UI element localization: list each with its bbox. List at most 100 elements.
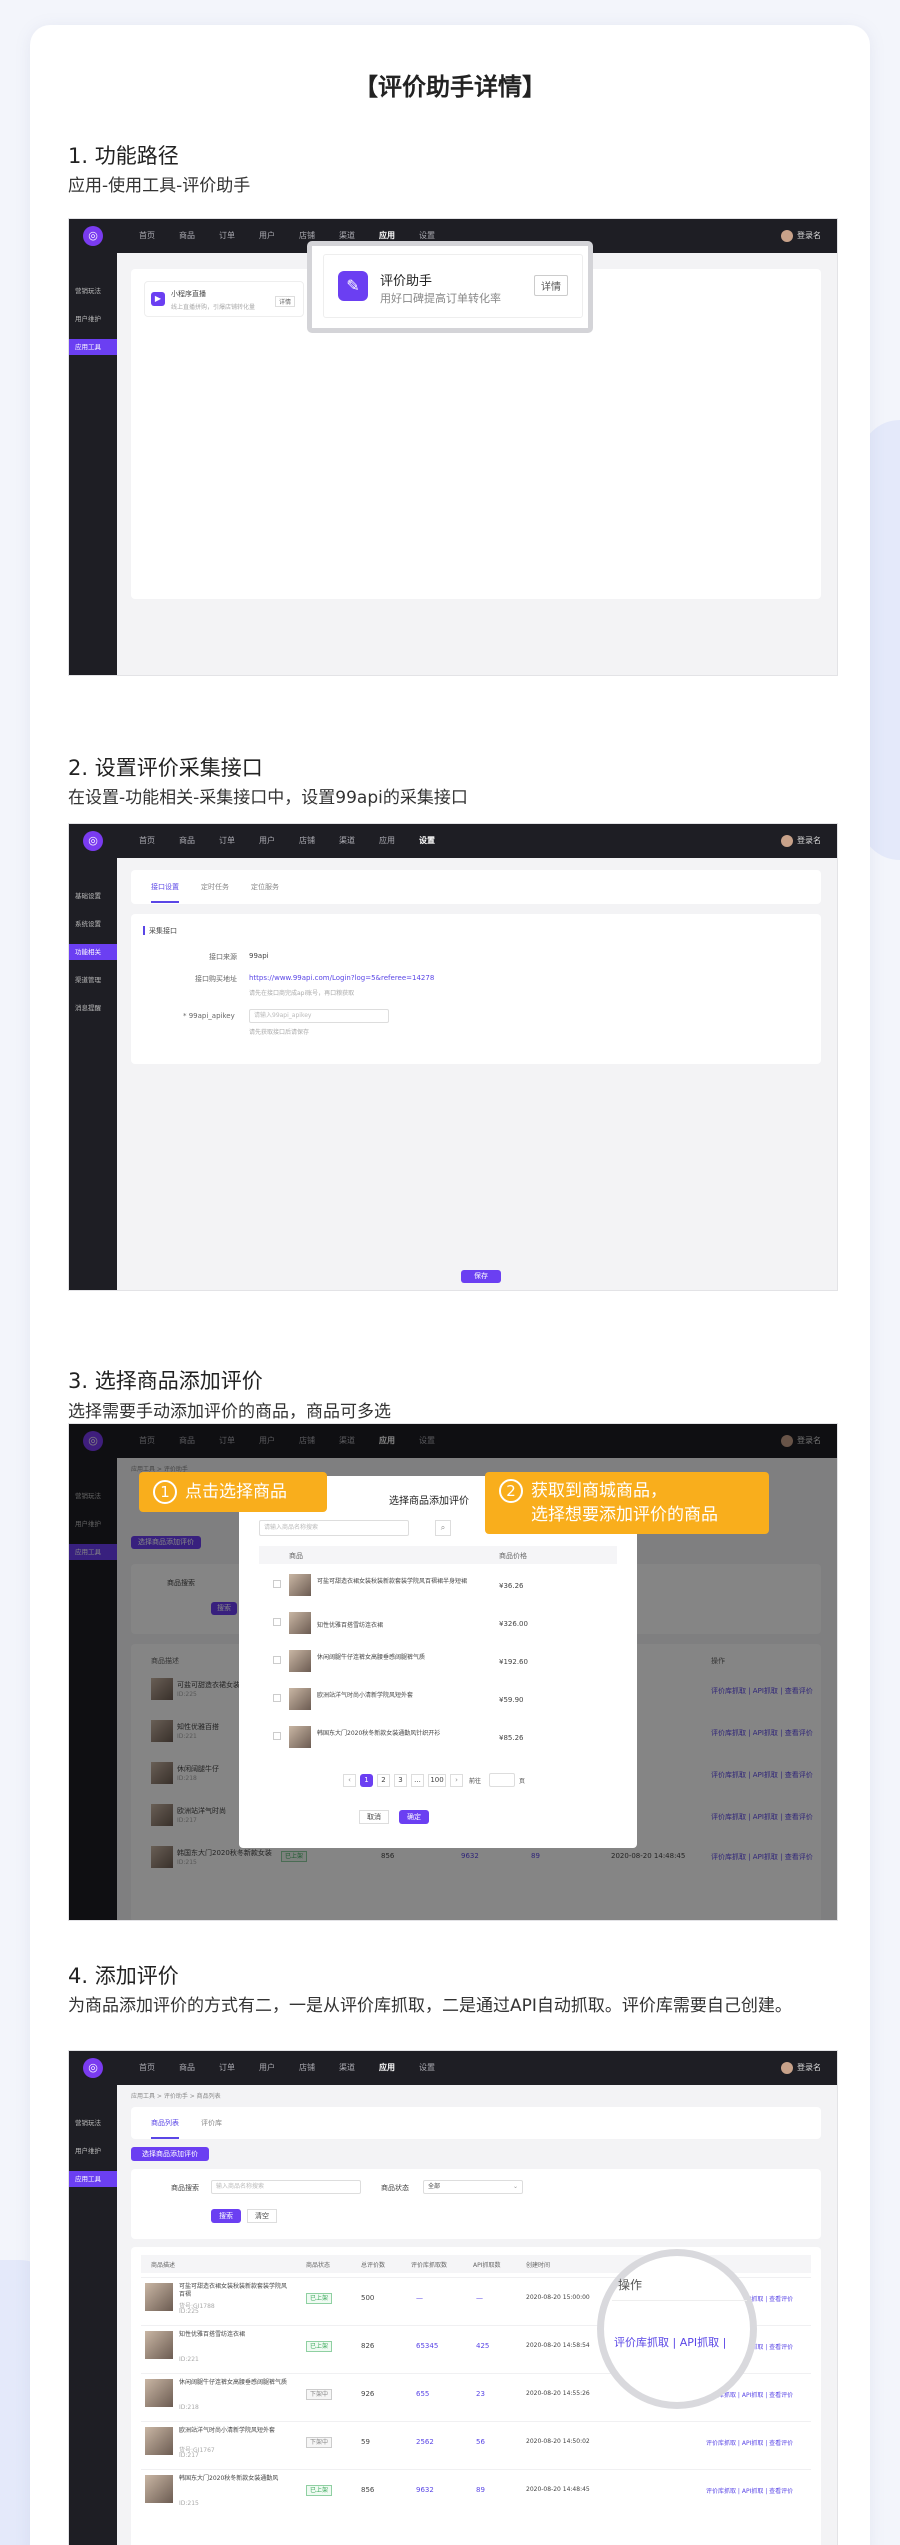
row-checkbox[interactable] [273, 1732, 281, 1740]
sidebar-item-tools[interactable]: 应用工具 [69, 2171, 117, 2187]
row-id: ID:218 [179, 2404, 199, 2411]
search-button[interactable]: 搜索 [211, 2209, 241, 2223]
select-goods-button[interactable]: 选择商品添加评价 [131, 2147, 209, 2161]
sidebar-item-channels[interactable]: 渠道管理 [69, 972, 117, 988]
nav-settings[interactable]: 设置 [419, 2051, 435, 2085]
row-ops[interactable]: 评价库抓取 | API抓取 | 查看评价 [706, 2438, 793, 2447]
sidebar-item-users[interactable]: 用户维护 [69, 311, 117, 327]
cell-total: 59 [361, 2438, 370, 2446]
nav-apps[interactable]: 应用 [379, 824, 395, 858]
tab-api-settings[interactable]: 接口设置 [151, 882, 179, 903]
zoom-op-links[interactable]: 评价库抓取 | API抓取 | [614, 2334, 726, 2350]
search-label: 商品搜索 [171, 2184, 199, 2192]
tab-review-library[interactable]: 评价库 [201, 2118, 222, 2128]
cancel-button[interactable]: 取消 [359, 1810, 389, 1824]
page-100[interactable]: 100 [428, 1774, 446, 1787]
cell-time: 2020-08-20 14:48:45 [526, 2486, 590, 2493]
nav-home[interactable]: 首页 [139, 2051, 155, 2085]
nav-settings[interactable]: 设置 [419, 824, 435, 858]
sidebar-item-features[interactable]: 功能相关 [69, 944, 117, 960]
tab-goods-list[interactable]: 商品列表 [151, 2118, 179, 2139]
search-panel: 商品搜索 输入商品名称搜索 商品状态 全部 ⌄ 搜索 清空 [131, 2169, 821, 2239]
sidebar-item-marketing[interactable]: 营销玩法 [69, 2115, 117, 2131]
chevron-down-icon: ⌄ [512, 2183, 518, 2190]
app-card-live[interactable]: ▶ 小程序直播 线上直播拼购，引爆店铺转化量 详情 [144, 281, 304, 317]
nav-orders[interactable]: 订单 [219, 219, 235, 253]
tab-bar: 接口设置 定时任务 定位服务 [131, 870, 821, 904]
url-label: 接口购买地址 [195, 975, 237, 983]
clear-button[interactable]: 清空 [247, 2209, 277, 2223]
sidebar-item-basic[interactable]: 基础设置 [69, 888, 117, 904]
user-menu[interactable]: 登录名 [781, 2051, 821, 2085]
status-badge: 下架中 [306, 2389, 333, 2400]
sidebar-item-marketing[interactable]: 营销玩法 [69, 283, 117, 299]
cell-lib: — [416, 2294, 423, 2302]
section-2-desc: 在设置-功能相关-采集接口中，设置99api的采集接口 [68, 788, 468, 808]
next-page-icon[interactable]: › [450, 1774, 463, 1787]
nav-goods[interactable]: 商品 [179, 219, 195, 253]
step-2-badge: 2 [499, 1479, 523, 1503]
sidebar-item-users[interactable]: 用户维护 [69, 2143, 117, 2159]
nav-orders[interactable]: 订单 [219, 2051, 235, 2085]
goods-thumb [145, 2427, 173, 2455]
modal-title: 选择商品添加评价 [389, 1496, 469, 1507]
search-input[interactable]: 输入商品名称搜索 [211, 2180, 361, 2194]
nav-users[interactable]: 用户 [259, 2051, 275, 2085]
section-2-heading: 2. 设置评价采集接口 [68, 756, 263, 780]
row-checkbox[interactable] [273, 1618, 281, 1626]
nav-orders[interactable]: 订单 [219, 824, 235, 858]
status-select[interactable]: 全部 ⌄ [423, 2180, 523, 2194]
row-id: ID:217 [179, 2452, 199, 2459]
sidebar-item-tools[interactable]: 应用工具 [69, 339, 117, 355]
goods-thumb [289, 1574, 311, 1596]
top-bar: ◎ 首页 商品 订单 用户 店铺 渠道 应用 设置 登录名 [69, 2051, 837, 2085]
modal-row-name: 韩国东大门2020秋冬新款女装通勤风针织开衫 [317, 1730, 441, 1737]
modal-search-input[interactable]: 请输入商品名称搜索 [259, 1520, 409, 1536]
nav-shop[interactable]: 店铺 [299, 824, 315, 858]
page-2[interactable]: 2 [377, 1774, 390, 1787]
prev-page-icon[interactable]: ‹ [343, 1774, 356, 1787]
tab-scheduled-tasks[interactable]: 定时任务 [201, 882, 229, 892]
nav-goods[interactable]: 商品 [179, 2051, 195, 2085]
nav-channel[interactable]: 渠道 [339, 2051, 355, 2085]
sidebar-item-messages[interactable]: 消息提醒 [69, 1000, 117, 1016]
goto-page-input[interactable] [489, 1773, 515, 1787]
zoom-op-header: 操作 [618, 2278, 643, 2292]
page-1[interactable]: 1 [360, 1774, 373, 1787]
nav-home[interactable]: 首页 [139, 824, 155, 858]
zoom-app-card-review[interactable]: ✎ 评价助手 用好口碑提高订单转化率 详情 [323, 254, 583, 318]
user-menu[interactable]: 登录名 [781, 824, 821, 858]
confirm-button[interactable]: 确定 [399, 1810, 429, 1824]
row-id: ID:225 [179, 2308, 199, 2315]
user-menu[interactable]: 登录名 [781, 219, 821, 253]
nav-apps[interactable]: 应用 [379, 2051, 395, 2085]
row-checkbox[interactable] [273, 1656, 281, 1664]
source-value: 99api [249, 952, 269, 960]
page-3[interactable]: 3 [394, 1774, 407, 1787]
save-button[interactable]: 保存 [461, 1270, 501, 1283]
nav-channel[interactable]: 渠道 [339, 824, 355, 858]
search-icon[interactable]: ⌕ [435, 1520, 451, 1536]
row-checkbox[interactable] [273, 1580, 281, 1588]
nav-goods[interactable]: 商品 [179, 824, 195, 858]
status-label: 商品状态 [381, 2184, 409, 2192]
nav-shop[interactable]: 店铺 [299, 2051, 315, 2085]
cell-total: 826 [361, 2342, 375, 2350]
nav-users[interactable]: 用户 [259, 219, 275, 253]
apikey-input[interactable]: 请输入99api_apikey [249, 1009, 389, 1023]
tab-location[interactable]: 定位服务 [251, 882, 279, 892]
row-name: 知性优雅百搭雪纺连衣裙 [179, 2331, 246, 2338]
row-ops[interactable]: 评价库抓取 | API抓取 | 查看评价 [706, 2486, 793, 2495]
goods-thumb [145, 2331, 173, 2359]
sidebar-item-system[interactable]: 系统设置 [69, 916, 117, 932]
zoom-detail-button[interactable]: 详情 [534, 275, 568, 296]
nav-home[interactable]: 首页 [139, 219, 155, 253]
nav-users[interactable]: 用户 [259, 824, 275, 858]
row-checkbox[interactable] [273, 1694, 281, 1702]
purchase-url-link[interactable]: https://www.99api.com/Login?log=5&refere… [249, 974, 434, 982]
callout-1-text: 点击选择商品 [185, 1482, 287, 1502]
cell-time: 2020-08-20 14:50:02 [526, 2438, 590, 2445]
app-card-detail-button[interactable]: 详情 [275, 296, 296, 307]
app-card-title: 小程序直播 [171, 290, 206, 298]
goods-thumb [289, 1726, 311, 1748]
